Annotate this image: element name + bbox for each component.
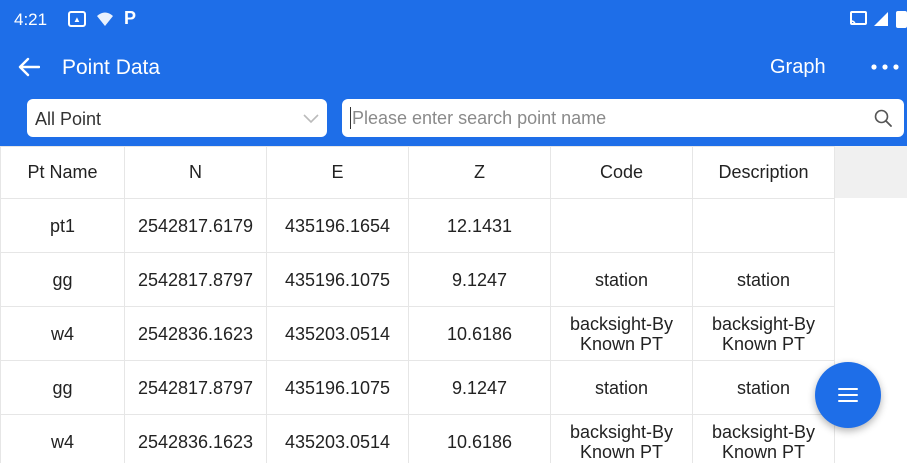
- cell-description: backsight-By Known PT: [692, 414, 835, 463]
- more-dots-icon: [871, 64, 899, 70]
- column-header-description[interactable]: Description: [692, 146, 835, 199]
- cell-code: station: [550, 360, 693, 415]
- cell-e: 435203.0514: [266, 414, 409, 463]
- cell-pt-name: gg: [0, 360, 125, 415]
- battery-icon: [896, 11, 907, 28]
- column-header-code[interactable]: Code: [550, 146, 693, 199]
- menu-icon: [838, 388, 858, 402]
- app-bar: Point Data Graph: [0, 40, 907, 96]
- table-row[interactable]: w4 2542836.1623 435203.0514 10.6186 back…: [0, 306, 835, 361]
- cell-description: station: [692, 252, 835, 307]
- page-title: Point Data: [62, 56, 161, 79]
- arrow-left-icon: [18, 57, 40, 77]
- chevron-down-icon: [303, 114, 319, 124]
- cell-e: 435196.1075: [266, 252, 409, 307]
- cell-z: 12.1431: [408, 198, 551, 253]
- search-box[interactable]: [342, 99, 904, 137]
- point-type-select[interactable]: All Point: [27, 99, 327, 137]
- back-button[interactable]: [14, 52, 44, 82]
- cell-pt-name: w4: [0, 306, 125, 361]
- cell-z: 9.1247: [408, 252, 551, 307]
- status-bar: 4:21 ▲ P: [0, 0, 907, 40]
- column-header-e[interactable]: E: [266, 146, 409, 199]
- cell-n: 2542836.1623: [124, 414, 267, 463]
- column-header-n[interactable]: N: [124, 146, 267, 199]
- cell-z: 10.6186: [408, 306, 551, 361]
- more-button[interactable]: [868, 52, 902, 82]
- cell-description: station: [692, 360, 835, 415]
- header-spacer: [834, 146, 907, 198]
- table-row[interactable]: gg 2542817.8797 435196.1075 9.1247 stati…: [0, 360, 835, 415]
- filter-bar: All Point: [0, 96, 907, 146]
- point-table: Pt Name N E Z Code Description pt1 25428…: [0, 146, 835, 463]
- search-input[interactable]: [352, 99, 852, 137]
- cell-pt-name: gg: [0, 252, 125, 307]
- cell-n: 2542836.1623: [124, 306, 267, 361]
- gallery-icon: ▲: [68, 11, 86, 27]
- table-header-row: Pt Name N E Z Code Description: [0, 146, 835, 199]
- cell-n: 2542817.6179: [124, 198, 267, 253]
- cast-icon: [850, 11, 867, 26]
- cell-pt-name: w4: [0, 414, 125, 463]
- cell-e: 435203.0514: [266, 306, 409, 361]
- cell-n: 2542817.8797: [124, 360, 267, 415]
- cell-code: backsight-By Known PT: [550, 306, 693, 361]
- cell-pt-name: pt1: [0, 198, 125, 253]
- cell-z: 10.6186: [408, 414, 551, 463]
- status-time: 4:21: [14, 10, 48, 29]
- cell-description: backsight-By Known PT: [692, 306, 835, 361]
- table-row[interactable]: gg 2542817.8797 435196.1075 9.1247 stati…: [0, 252, 835, 307]
- cell-code: [550, 198, 693, 253]
- wifi-icon: [96, 11, 114, 27]
- cell-n: 2542817.8797: [124, 252, 267, 307]
- column-header-pt-name[interactable]: Pt Name: [0, 146, 125, 199]
- point-type-value: All Point: [35, 109, 102, 129]
- text-caret: [350, 107, 351, 129]
- cell-description: [692, 198, 835, 253]
- cell-e: 435196.1075: [266, 360, 409, 415]
- cell-code: backsight-By Known PT: [550, 414, 693, 463]
- cell-e: 435196.1654: [266, 198, 409, 253]
- graph-button[interactable]: Graph: [770, 56, 826, 79]
- table-row[interactable]: pt1 2542817.6179 435196.1654 12.1431: [0, 198, 835, 253]
- search-icon[interactable]: [874, 109, 892, 127]
- column-header-z[interactable]: Z: [408, 146, 551, 199]
- signal-icon: [873, 11, 889, 27]
- parking-icon: P: [124, 8, 137, 28]
- table-row[interactable]: w4 2542836.1623 435203.0514 10.6186 back…: [0, 414, 835, 463]
- cell-code: station: [550, 252, 693, 307]
- menu-fab-button[interactable]: [815, 362, 881, 428]
- cell-z: 9.1247: [408, 360, 551, 415]
